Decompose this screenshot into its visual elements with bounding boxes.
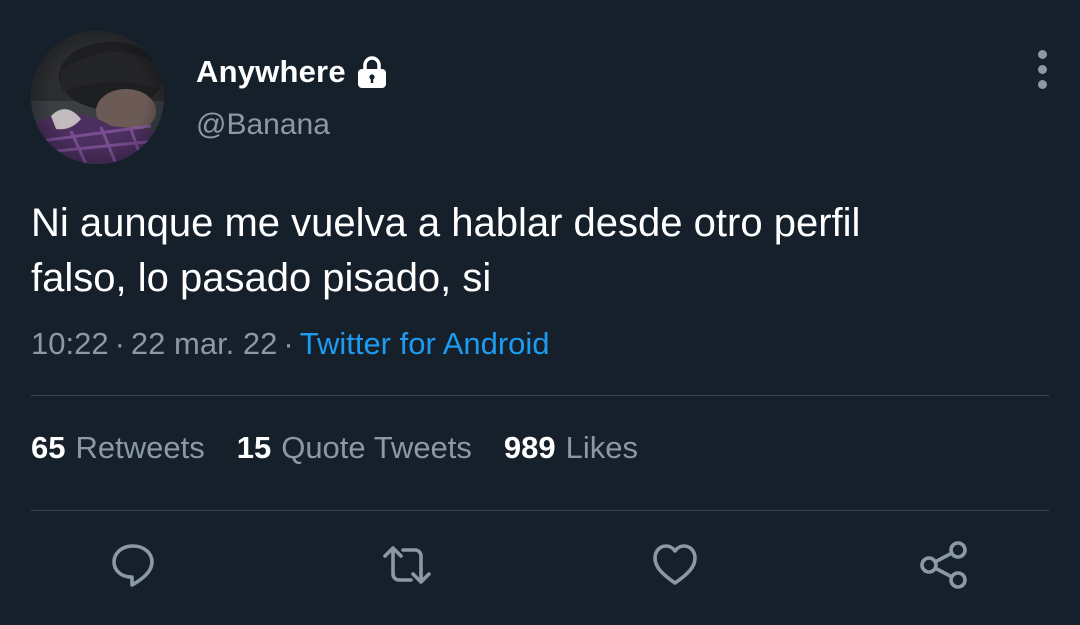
- divider: [31, 510, 1049, 511]
- heart-icon: [653, 544, 697, 585]
- avatar-image: [31, 31, 164, 164]
- tweet-metadata: 10:22 · 22 mar. 22 · Twitter for Android: [31, 326, 550, 362]
- likes-count: 989: [503, 430, 556, 465]
- display-name-text[interactable]: Anywhere: [196, 54, 346, 90]
- likes-stat[interactable]: 989 Likes: [504, 430, 638, 466]
- user-handle[interactable]: @Banana: [196, 108, 330, 142]
- tweet-stats: 65 Retweets 15 Quote Tweets 989 Likes: [31, 430, 638, 466]
- likes-label: Likes: [565, 430, 639, 465]
- reply-button[interactable]: [103, 535, 163, 595]
- more-options-button[interactable]: [1022, 46, 1062, 92]
- meta-separator: ·: [114, 326, 125, 361]
- retweet-button[interactable]: [377, 535, 437, 595]
- retweet-icon: [383, 546, 431, 584]
- share-button[interactable]: [914, 535, 974, 595]
- quote-tweets-label: Quote Tweets: [281, 430, 472, 465]
- tweet-date[interactable]: 22 mar. 22: [131, 326, 277, 361]
- tweet-detail-view: Anywhere @Banana Ni aunque me vuelva a h…: [0, 0, 1080, 625]
- more-dot-icon: [1037, 49, 1047, 59]
- meta-separator: ·: [283, 326, 294, 361]
- display-name[interactable]: Anywhere: [196, 52, 390, 92]
- retweets-stat[interactable]: 65 Retweets: [31, 430, 205, 466]
- like-button[interactable]: [645, 535, 705, 595]
- tweet-source-link[interactable]: Twitter for Android: [300, 326, 550, 361]
- quote-tweets-count: 15: [236, 430, 272, 465]
- tweet-text: Ni aunque me vuelva a hablar desde otro …: [31, 201, 861, 300]
- divider: [31, 395, 1049, 396]
- retweets-count: 65: [31, 430, 66, 465]
- more-dot-icon: [1037, 64, 1047, 74]
- share-icon: [920, 541, 967, 589]
- avatar[interactable]: [31, 31, 164, 164]
- tweet-actions-bar: [0, 535, 1080, 595]
- reply-icon: [112, 544, 154, 587]
- tweet-time[interactable]: 10:22: [31, 326, 109, 361]
- quote-tweets-stat[interactable]: 15 Quote Tweets: [237, 430, 472, 466]
- lock-icon: [354, 54, 390, 90]
- retweets-label: Retweets: [75, 430, 205, 465]
- more-dot-icon: [1037, 79, 1047, 89]
